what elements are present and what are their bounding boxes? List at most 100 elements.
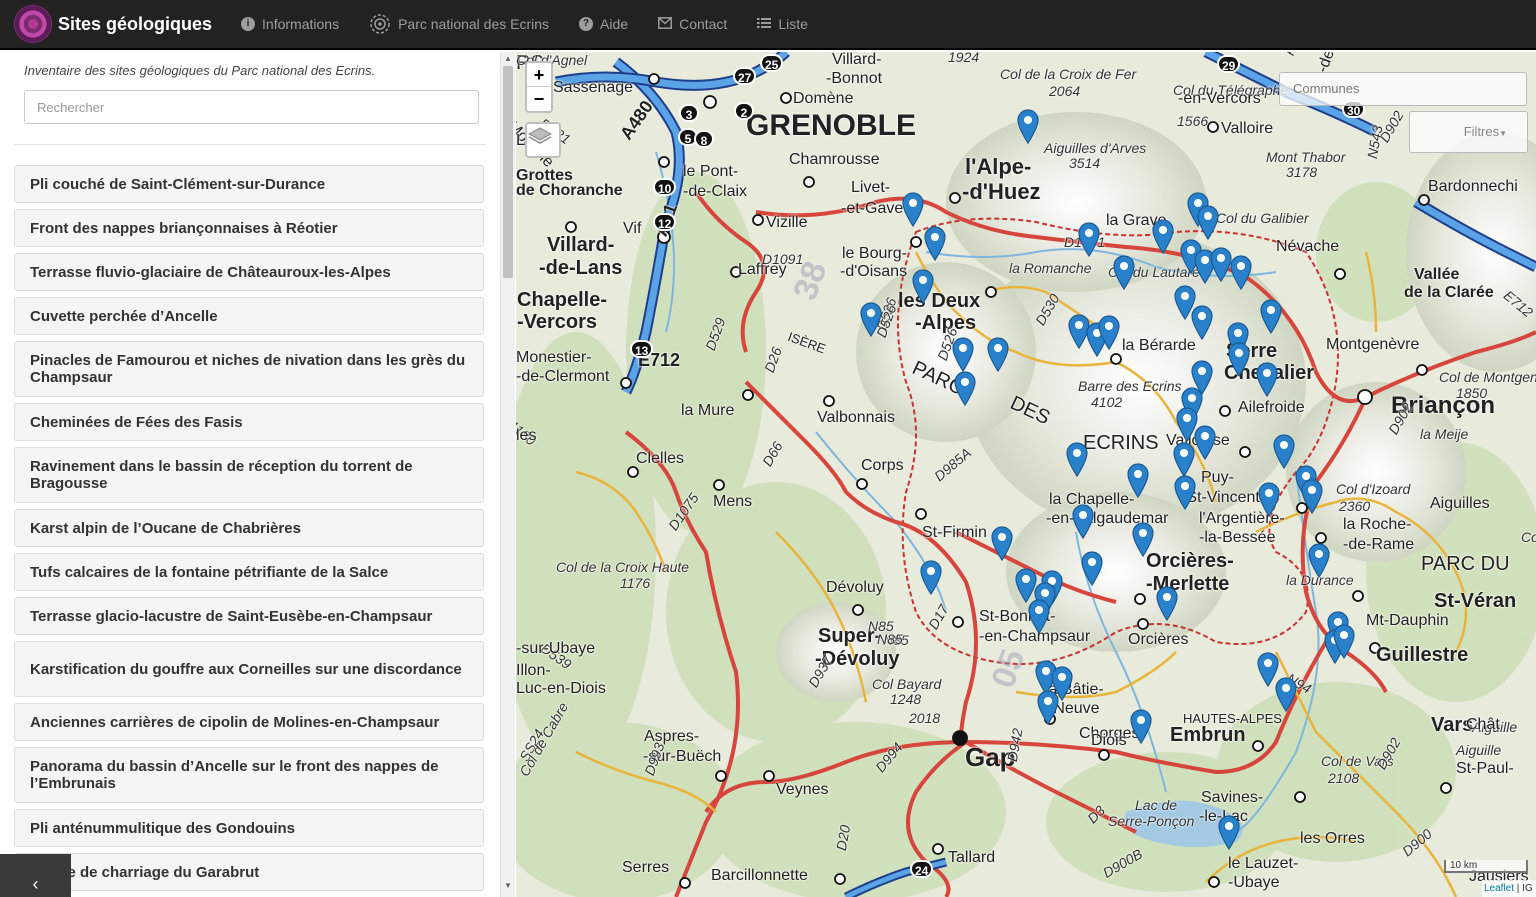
site-marker-icon[interactable] bbox=[1255, 361, 1279, 397]
site-marker-icon[interactable] bbox=[1173, 474, 1197, 510]
map-attribution: Leaflet | IG bbox=[1482, 880, 1536, 897]
map-label: 2108 bbox=[1328, 770, 1360, 786]
map-label: Aiguilles d'Arves bbox=[1044, 140, 1147, 156]
map-label: Ailefroide bbox=[1238, 399, 1305, 416]
list-item[interactable]: Pli anténummulitique des Gondouins bbox=[14, 809, 484, 847]
map-label: GRENOBLE bbox=[746, 109, 917, 142]
site-marker-icon[interactable] bbox=[901, 191, 925, 227]
map-label: -Bonnot bbox=[826, 70, 883, 87]
site-marker-icon[interactable] bbox=[923, 225, 947, 261]
site-marker-icon[interactable] bbox=[1227, 341, 1251, 377]
map-label: Chapelle- bbox=[517, 289, 608, 311]
map-label: la Bérarde bbox=[1122, 337, 1196, 354]
site-marker-icon[interactable] bbox=[1071, 503, 1095, 539]
site-marker-icon[interactable] bbox=[1217, 814, 1241, 850]
list-item[interactable]: Ravinement dans le bassin de réception d… bbox=[14, 447, 484, 503]
site-marker-icon[interactable] bbox=[1097, 314, 1121, 350]
filtres-dropdown[interactable]: Filtres▼ bbox=[1409, 111, 1528, 153]
site-marker-icon[interactable] bbox=[859, 301, 883, 337]
site-marker-icon[interactable] bbox=[1016, 108, 1040, 144]
site-marker-icon[interactable] bbox=[919, 559, 943, 595]
site-marker-icon[interactable] bbox=[1129, 708, 1153, 744]
list-item[interactable]: Anciennes carrières de cipolin de Moline… bbox=[14, 703, 484, 741]
nav-parc-national[interactable]: Parc national des Ecrins bbox=[354, 0, 564, 49]
site-marker-icon[interactable] bbox=[990, 525, 1014, 561]
list-item[interactable]: Tufs calcaires de la fontaine pétrifiant… bbox=[14, 553, 484, 591]
zoom-out-button[interactable]: − bbox=[527, 87, 551, 111]
map-label: Col d'Izoard bbox=[1336, 481, 1411, 497]
sidebar-intro: Inventaire des sites géologiques du Parc… bbox=[24, 63, 376, 78]
site-marker-icon[interactable] bbox=[953, 370, 977, 406]
map-label: la Roche- bbox=[1343, 516, 1412, 533]
site-marker-icon[interactable] bbox=[1080, 550, 1104, 586]
list-item[interactable]: Pinacles de Famourou et niches de nivati… bbox=[14, 341, 484, 397]
site-marker-icon[interactable] bbox=[1131, 521, 1155, 557]
zoom-in-button[interactable]: + bbox=[527, 63, 551, 87]
site-marker-icon[interactable] bbox=[1077, 221, 1101, 257]
map-label: 1566 bbox=[1177, 113, 1209, 129]
sidebar-scrollbar[interactable]: ▲ ▼ bbox=[500, 52, 515, 897]
map-label: Col du Galibier bbox=[1216, 210, 1309, 226]
filtres-label: Filtres bbox=[1463, 124, 1500, 139]
layers-button[interactable] bbox=[525, 122, 561, 158]
site-marker-icon[interactable] bbox=[1193, 424, 1217, 460]
list-item[interactable]: Nappe de charriage du Garabrut bbox=[14, 853, 484, 891]
list-item[interactable]: Front des nappes briançonnaises à Réotie… bbox=[14, 209, 484, 247]
nav-informations[interactable]: i Informations bbox=[226, 0, 354, 49]
map-label: Bardonnechi bbox=[1428, 178, 1518, 195]
map-label: Chât bbox=[1466, 716, 1500, 733]
site-marker-icon[interactable] bbox=[1027, 598, 1051, 634]
site-marker-icon[interactable] bbox=[1229, 254, 1253, 290]
site-marker-icon[interactable] bbox=[1307, 542, 1331, 578]
map-label: de Choranche bbox=[516, 182, 623, 199]
site-marker-icon[interactable] bbox=[1151, 218, 1175, 254]
brand-title: Sites géologiques bbox=[58, 13, 213, 34]
map-label: Mt-Dauphin bbox=[1366, 612, 1449, 629]
scroll-up-arrow-icon[interactable]: ▲ bbox=[501, 52, 515, 66]
site-marker-icon[interactable] bbox=[951, 336, 975, 372]
nav-liste[interactable]: Liste bbox=[742, 0, 823, 49]
nav-aide[interactable]: ? Aide bbox=[564, 0, 643, 49]
collapse-sidebar-button[interactable]: ‹ bbox=[0, 854, 71, 897]
site-marker-icon[interactable] bbox=[1172, 441, 1196, 477]
site-marker-icon[interactable] bbox=[1272, 433, 1296, 469]
site-marker-icon[interactable] bbox=[1274, 676, 1298, 712]
leaflet-link[interactable]: Leaflet bbox=[1484, 883, 1514, 894]
search-input[interactable] bbox=[24, 90, 479, 124]
site-marker-icon[interactable] bbox=[1190, 304, 1214, 340]
map-label: 1850 bbox=[1456, 385, 1488, 401]
map-label: les Orres bbox=[1300, 830, 1365, 847]
map-label: N85 bbox=[877, 631, 903, 647]
list-item[interactable]: Karst alpin de l’Oucane de Chabrières bbox=[14, 509, 484, 547]
site-marker-icon[interactable] bbox=[1257, 481, 1281, 517]
list-item[interactable]: Cheminées de Fées des Fasis bbox=[14, 403, 484, 441]
nav-contact[interactable]: Contact bbox=[643, 0, 742, 49]
site-marker-icon[interactable] bbox=[1155, 585, 1179, 621]
list-item[interactable]: Terrasse glacio-lacustre de Saint-Eusèbe… bbox=[14, 597, 484, 635]
list-item[interactable]: Cuvette perchée d’Ancelle bbox=[14, 297, 484, 335]
list-item[interactable]: Panorama du bassin d’Ancelle sur le fron… bbox=[14, 747, 484, 803]
list-item[interactable]: Karstification du gouffre aux Corneilles… bbox=[14, 641, 484, 697]
site-marker-icon[interactable] bbox=[986, 336, 1010, 372]
site-marker-icon[interactable] bbox=[1126, 462, 1150, 498]
scroll-down-arrow-icon[interactable]: ▼ bbox=[501, 879, 515, 893]
map-label: l'Alpe- bbox=[965, 154, 1032, 179]
site-marker-icon[interactable] bbox=[1065, 441, 1089, 477]
site-marker-icon[interactable] bbox=[1259, 298, 1283, 334]
list-item[interactable]: Pli couché de Saint-Clément-sur-Durance bbox=[14, 165, 484, 203]
map-label: Col de Montgenèvre bbox=[1439, 369, 1536, 385]
nav-contact-label: Contact bbox=[679, 16, 728, 32]
scrollbar-thumb[interactable] bbox=[503, 66, 513, 278]
route-badge: 25 bbox=[760, 54, 784, 72]
site-marker-icon[interactable] bbox=[1300, 478, 1324, 514]
communes-search-input[interactable]: Communes bbox=[1279, 72, 1527, 106]
site-marker-icon[interactable] bbox=[911, 268, 935, 304]
site-marker-icon[interactable] bbox=[1332, 623, 1356, 659]
site-marker-icon[interactable] bbox=[1036, 689, 1060, 725]
map-label: -de-Rame bbox=[1343, 536, 1415, 553]
brand[interactable]: Sites géologiques bbox=[0, 0, 212, 49]
map[interactable]: GRENOBLE l'Alpe- -d'Huez Briançon Gap Embrun G… bbox=[516, 52, 1536, 897]
list-item[interactable]: Terrasse fluvio-glaciaire de Châteauroux… bbox=[14, 253, 484, 291]
site-marker-icon[interactable] bbox=[1196, 204, 1220, 240]
site-marker-icon[interactable] bbox=[1112, 254, 1136, 290]
